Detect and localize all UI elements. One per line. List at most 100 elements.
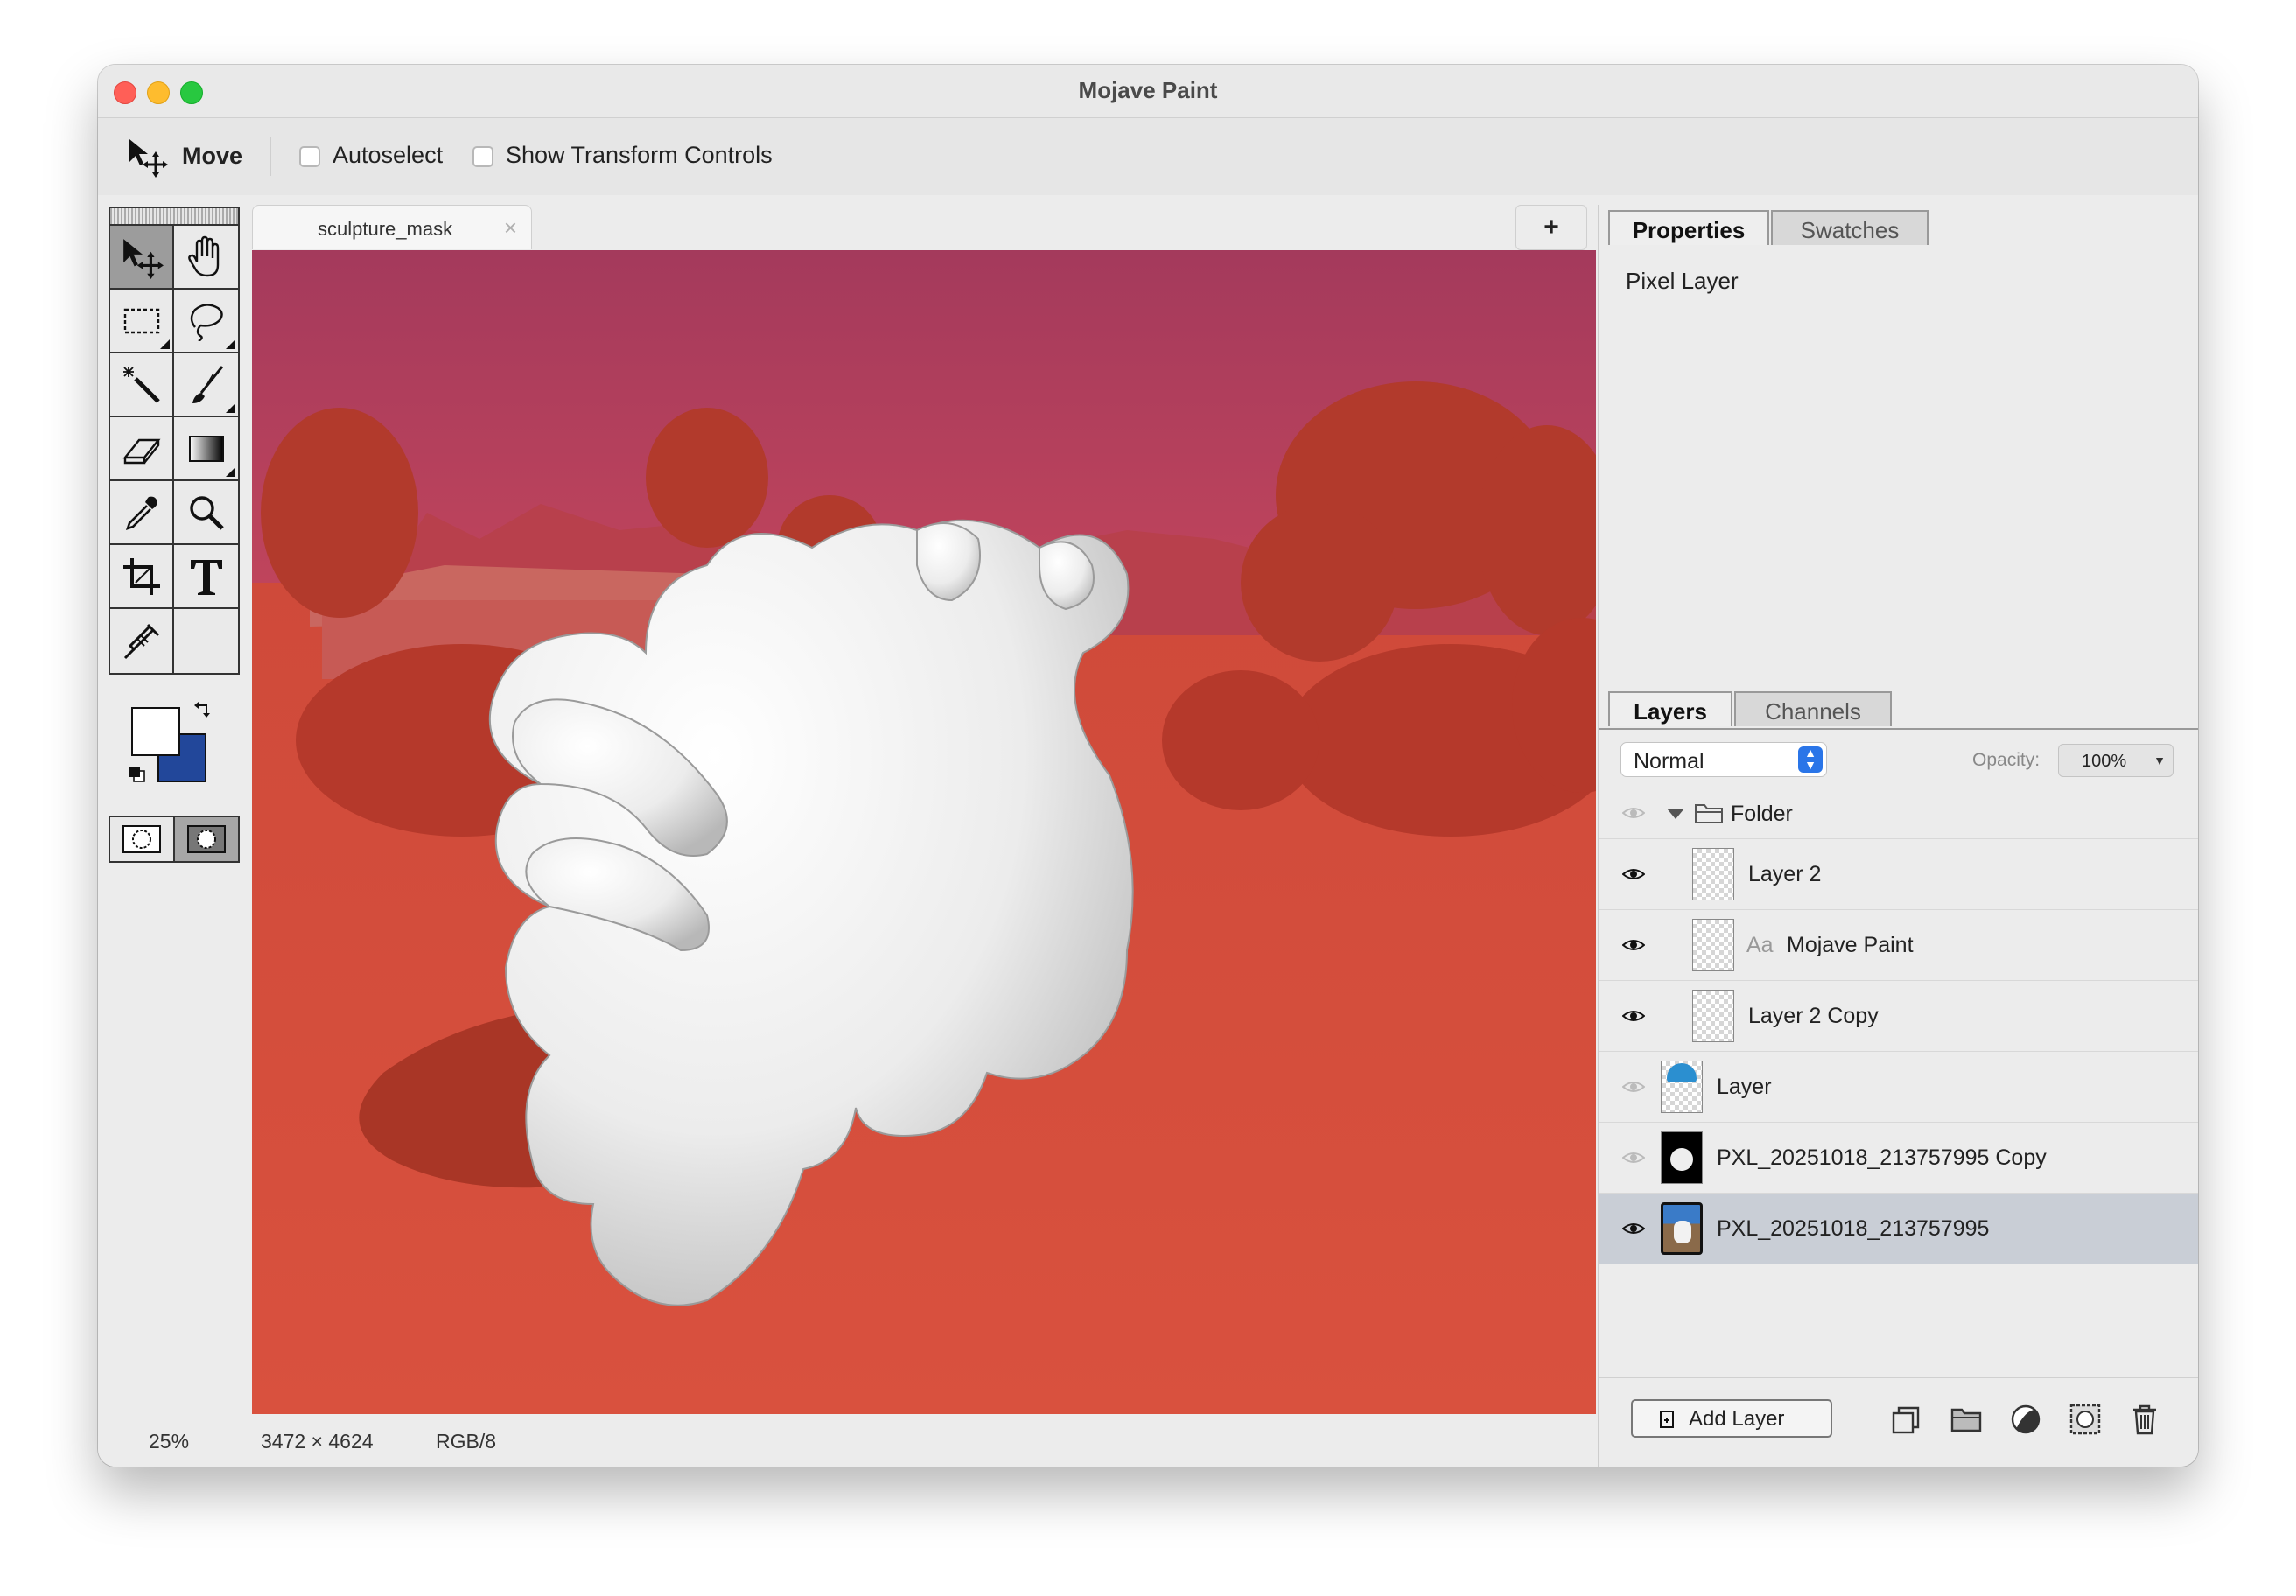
visibility-eye-icon[interactable] [1622, 1007, 1645, 1025]
blend-mode-stepper-icon: ▲ ▼ [1798, 746, 1823, 773]
opacity-field[interactable]: 100% ▼ [2058, 744, 2174, 777]
default-colors-icon[interactable] [128, 765, 147, 784]
adjustment-layer-icon[interactable] [2009, 1403, 2042, 1436]
new-layer-icon [1660, 1410, 1674, 1428]
document-tab[interactable]: sculpture_mask × [252, 205, 532, 249]
standard-mode-icon [122, 825, 161, 853]
layer-name: Layer 2 Copy [1748, 1004, 1879, 1028]
new-folder-icon[interactable] [1950, 1403, 1983, 1436]
tool-palette [108, 206, 240, 968]
visibility-eye-icon[interactable] [1622, 804, 1645, 822]
layer-type-label: Pixel Layer [1626, 268, 1739, 294]
document-tab-label: sculpture_mask [318, 218, 453, 240]
layer-thumbnail [1661, 1131, 1703, 1184]
layer-row-folder[interactable]: Folder [1600, 789, 2198, 839]
layer-row[interactable]: Layer 2 [1600, 839, 2198, 910]
move-arrow-icon [122, 238, 164, 279]
active-tool-name: Move [182, 143, 243, 169]
tab-swatches[interactable]: Swatches [1771, 210, 1928, 245]
quick-mask-mode-button[interactable] [173, 817, 238, 861]
foreground-color-swatch[interactable] [131, 707, 180, 756]
quick-mask-icon [187, 825, 226, 853]
image-canvas[interactable] [252, 250, 1596, 1414]
standard-mode-button[interactable] [110, 817, 173, 861]
opacity-value: 100% [2082, 752, 2127, 771]
tab-layers[interactable]: Layers [1608, 691, 1732, 726]
hand-tool[interactable] [174, 226, 238, 290]
gradient-icon [188, 435, 224, 462]
opacity-dropdown-icon[interactable]: ▼ [2146, 745, 2173, 776]
layer-row[interactable]: Aa Mojave Paint [1600, 910, 2198, 981]
hand-icon [187, 235, 219, 276]
blend-mode-select[interactable]: Normal ▲ ▼ [1620, 742, 1827, 777]
eyedropper-tool[interactable] [110, 481, 174, 545]
move-tool[interactable] [110, 226, 174, 290]
status-bar: 25% 3472 × 4624 RGB/8 [98, 1418, 1598, 1466]
visibility-eye-icon[interactable] [1622, 1149, 1645, 1166]
magic-wand-tool[interactable] [110, 354, 174, 417]
new-document-button[interactable]: + [1516, 205, 1587, 250]
visibility-eye-icon[interactable] [1622, 936, 1645, 954]
autoselect-label[interactable]: Autoselect [332, 142, 443, 169]
layer-name: Layer 2 [1748, 862, 1822, 886]
add-mask-icon[interactable] [2068, 1403, 2102, 1436]
eraser-tool[interactable] [110, 417, 174, 481]
clone-stamp-tool[interactable] [110, 609, 174, 673]
app-window: Mojave Paint Move Autoselect Show Transf… [98, 65, 2198, 1466]
visibility-eye-icon[interactable] [1622, 865, 1645, 883]
layers-tabbar: Layers Channels [1600, 686, 2198, 730]
mask-mode-toggle [108, 816, 240, 863]
folder-icon [1695, 804, 1723, 823]
layer-name: PXL_20251018_213757995 Copy [1717, 1145, 2047, 1170]
brush-tool[interactable] [174, 354, 238, 417]
visibility-eye-icon[interactable] [1622, 1220, 1645, 1237]
layer-row[interactable]: PXL_20251018_213757995 Copy [1600, 1123, 2198, 1194]
layer-thumbnail [1692, 990, 1734, 1042]
brush-icon [192, 365, 223, 403]
layer-row[interactable]: Layer [1600, 1052, 2198, 1123]
close-tab-icon[interactable]: × [504, 214, 517, 242]
toolbar-separator [270, 137, 271, 176]
duplicate-layer-icon[interactable] [1890, 1403, 1923, 1436]
palette-drag-handle[interactable] [108, 206, 240, 226]
layer-name: Mojave Paint [1787, 933, 1914, 957]
autoselect-checkbox[interactable] [299, 146, 320, 167]
properties-tabbar: Properties Swatches [1600, 205, 2198, 248]
show-transform-controls-label[interactable]: Show Transform Controls [506, 142, 773, 169]
tab-properties[interactable]: Properties [1608, 210, 1769, 245]
text-tool[interactable] [174, 545, 238, 609]
lasso-tool[interactable] [174, 290, 238, 354]
add-layer-button[interactable]: Add Layer [1631, 1399, 1832, 1438]
layer-name: PXL_20251018_213757995 [1717, 1216, 1990, 1241]
magic-wand-icon [122, 366, 160, 403]
disclosure-triangle-icon[interactable] [1666, 807, 1685, 821]
rect-marquee-icon [123, 308, 159, 333]
zoom-tool[interactable] [174, 481, 238, 545]
crop-icon [122, 557, 160, 595]
layer-row[interactable]: Layer 2 Copy [1600, 981, 2198, 1052]
window-title: Mojave Paint [1078, 77, 1218, 103]
show-transform-controls-checkbox[interactable] [472, 146, 494, 167]
crop-tool[interactable] [110, 545, 174, 609]
empty-tool-slot [174, 609, 238, 673]
zoom-level: 25% [149, 1430, 190, 1452]
tab-channels[interactable]: Channels [1734, 691, 1892, 726]
properties-panel: Pixel Layer [1600, 247, 2198, 684]
opacity-label: Opacity: [1972, 750, 2040, 770]
rect-marquee-tool[interactable] [110, 290, 174, 354]
trash-icon[interactable] [2128, 1403, 2161, 1436]
swap-colors-icon[interactable] [192, 702, 212, 721]
layer-list: Folder Layer 2 Aa Mojave Paint Layer 2 C… [1600, 789, 2198, 1264]
layer-thumbnail [1661, 1060, 1703, 1113]
move-tool-icon [130, 139, 168, 178]
lasso-icon [190, 303, 223, 341]
text-layer-icon: Aa [1746, 933, 1774, 957]
title-bar: Mojave Paint [98, 65, 2198, 118]
gradient-tool[interactable] [174, 417, 238, 481]
visibility-eye-icon[interactable] [1622, 1078, 1645, 1096]
layer-row-selected[interactable]: PXL_20251018_213757995 [1600, 1194, 2198, 1264]
layer-thumbnail [1692, 919, 1734, 971]
magnifier-icon [189, 495, 224, 530]
layer-thumbnail [1692, 848, 1734, 900]
tool-options-bar: Move Autoselect Show Transform Controls [98, 118, 2198, 195]
